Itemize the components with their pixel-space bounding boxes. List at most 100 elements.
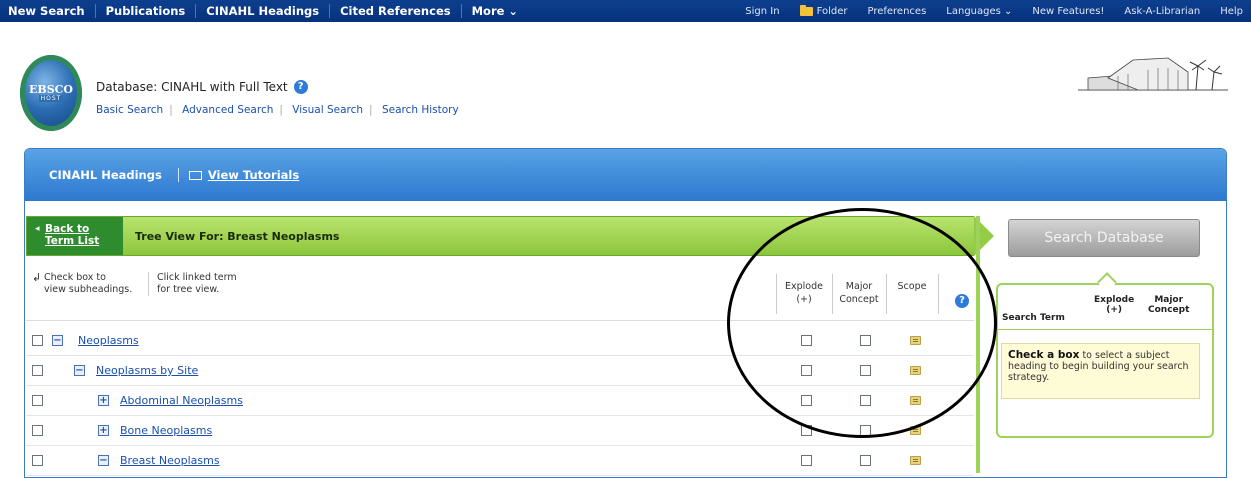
instruction-note: Check a box to select a subject heading … bbox=[1001, 343, 1200, 399]
back-label-2: Term List bbox=[45, 235, 100, 247]
folder-icon bbox=[799, 4, 813, 16]
explode-checkbox[interactable] bbox=[801, 395, 812, 406]
advanced-search-link[interactable]: Advanced Search bbox=[182, 104, 273, 116]
expand-toggle-icon[interactable]: + bbox=[98, 425, 109, 436]
subheadings-checkbox[interactable] bbox=[32, 365, 43, 376]
view-tutorials-label: View Tutorials bbox=[207, 168, 300, 182]
major-concept-checkbox[interactable] bbox=[860, 455, 871, 466]
nav-preferences[interactable]: Preferences bbox=[867, 6, 926, 17]
logo-text: EBSCO bbox=[29, 83, 73, 96]
nav-cited-references[interactable]: Cited References bbox=[340, 4, 462, 18]
nav-new-features[interactable]: New Features! bbox=[1032, 6, 1104, 17]
explode-column-header: Explode (+) bbox=[784, 280, 824, 306]
major-concept-column-header: Major Concept bbox=[836, 280, 882, 306]
bent-arrow-icon: ↲ bbox=[32, 271, 42, 284]
scope-note-icon[interactable] bbox=[910, 456, 921, 465]
subheadings-checkbox[interactable] bbox=[32, 335, 43, 346]
visual-search-link[interactable]: Visual Search bbox=[292, 104, 363, 116]
header-rule bbox=[26, 320, 974, 321]
scope-note-icon[interactable] bbox=[910, 336, 921, 345]
hint-check-line-2: view subheadings. bbox=[44, 284, 133, 295]
tree-view-title: Tree View For: Breast Neoplasms bbox=[135, 230, 340, 243]
scope-note-icon[interactable] bbox=[910, 396, 921, 405]
term-link[interactable]: Neoplasms by Site bbox=[96, 364, 198, 377]
major-concept-column-header-right: Major Concept bbox=[1148, 295, 1189, 315]
hint-check-line-1: Check box to bbox=[44, 272, 106, 283]
major-header-line-1: Major bbox=[845, 281, 873, 292]
nav-folder[interactable]: Folder bbox=[799, 4, 848, 17]
major-right-line-1: Major bbox=[1154, 295, 1184, 305]
search-history-link[interactable]: Search History bbox=[382, 104, 459, 116]
back-to-term-list-button[interactable]: Back to Term List bbox=[27, 217, 123, 255]
scope-column-header: Scope bbox=[897, 281, 927, 292]
term-link[interactable]: Neoplasms bbox=[78, 334, 139, 347]
view-tutorials-link[interactable]: View Tutorials bbox=[188, 168, 300, 182]
explode-checkbox[interactable] bbox=[801, 455, 812, 466]
major-concept-checkbox[interactable] bbox=[860, 395, 871, 406]
nav-publications[interactable]: Publications bbox=[106, 4, 197, 18]
nav-cinahl-headings[interactable]: CINAHL Headings bbox=[206, 4, 331, 18]
major-header-line-2: Concept bbox=[839, 294, 879, 305]
major-concept-checkbox[interactable] bbox=[860, 365, 871, 376]
search-strategy-box: Search Term Explode (+) Major Concept Ch… bbox=[996, 272, 1214, 438]
subheadings-checkbox[interactable] bbox=[32, 395, 43, 406]
explode-header-line-2: (+) bbox=[796, 294, 812, 305]
hint-click-line-1: Click linked term bbox=[157, 272, 237, 283]
major-concept-checkbox[interactable] bbox=[860, 335, 871, 346]
basic-search-link[interactable]: Basic Search bbox=[96, 104, 163, 116]
nav-languages[interactable]: Languages ⌄ bbox=[946, 6, 1012, 17]
database-label: Database: CINAHL with Full Text bbox=[96, 80, 288, 94]
logo-subtext: HOST bbox=[38, 95, 64, 102]
tree-row: + Abdominal Neoplasms bbox=[26, 386, 974, 416]
hint-click-line-2: for tree view. bbox=[157, 284, 220, 295]
term-link[interactable]: Breast Neoplasms bbox=[120, 454, 220, 467]
link-divider: | bbox=[169, 104, 173, 116]
collapse-toggle-icon[interactable]: − bbox=[74, 365, 85, 376]
tree-row: − Breast Neoplasms bbox=[26, 446, 974, 476]
nav-more-menu[interactable]: More ⌄ bbox=[472, 4, 528, 18]
ebsco-host-logo[interactable]: EBSCO HOST bbox=[20, 55, 82, 131]
subheadings-checkbox[interactable] bbox=[32, 425, 43, 436]
explode-checkbox[interactable] bbox=[801, 425, 812, 436]
collapse-toggle-icon[interactable]: − bbox=[52, 335, 63, 346]
column-divider bbox=[886, 274, 887, 314]
search-mode-links: Basic Search | Advanced Search | Visual Se… bbox=[96, 104, 459, 116]
expand-toggle-icon[interactable]: + bbox=[98, 395, 109, 406]
explode-checkbox[interactable] bbox=[801, 335, 812, 346]
term-link[interactable]: Abdominal Neoplasms bbox=[120, 394, 243, 407]
nav-folder-label: Folder bbox=[816, 5, 848, 17]
subheadings-checkbox[interactable] bbox=[32, 455, 43, 466]
explode-right-line-2: (+) bbox=[1106, 305, 1122, 315]
column-divider bbox=[938, 274, 939, 314]
major-concept-checkbox[interactable] bbox=[860, 425, 871, 436]
search-database-button[interactable]: Search Database bbox=[1008, 219, 1200, 257]
nav-ask-a-librarian[interactable]: Ask-A-Librarian bbox=[1124, 6, 1200, 17]
tree-row: − Neoplasms by Site bbox=[26, 356, 974, 386]
click-term-hint: Click linked term for tree view. bbox=[148, 272, 237, 296]
top-nav-right: Sign In Folder Preferences Languages ⌄ N… bbox=[725, 0, 1251, 22]
help-icon[interactable]: ? bbox=[293, 80, 308, 94]
link-divider: | bbox=[279, 104, 283, 116]
video-icon bbox=[188, 170, 202, 180]
right-divider bbox=[976, 216, 980, 473]
nav-help[interactable]: Help bbox=[1220, 6, 1243, 17]
collapse-toggle-icon[interactable]: − bbox=[98, 455, 109, 466]
column-divider bbox=[776, 274, 777, 314]
link-divider: | bbox=[369, 104, 373, 116]
term-link[interactable]: Bone Neoplasms bbox=[120, 424, 212, 437]
tree-view-header: Back to Term List Tree View For: Breast … bbox=[26, 216, 994, 256]
database-label-row: Database: CINAHL with Full Text ? bbox=[96, 80, 308, 94]
columns-help-icon[interactable]: ? bbox=[955, 294, 969, 308]
scope-note-icon[interactable] bbox=[910, 426, 921, 435]
top-navigation-bar: New Search Publications CINAHL Headings … bbox=[0, 0, 1251, 22]
nav-sign-in[interactable]: Sign In bbox=[745, 6, 779, 17]
top-nav-left: New Search Publications CINAHL Headings … bbox=[0, 0, 538, 22]
note-bold-text: Check a box bbox=[1008, 349, 1080, 361]
major-right-line-2: Concept bbox=[1148, 305, 1190, 315]
explode-checkbox[interactable] bbox=[801, 365, 812, 376]
scope-note-icon[interactable] bbox=[910, 366, 921, 375]
institution-building-logo bbox=[1078, 57, 1228, 91]
explode-header-line-1: Explode bbox=[785, 281, 823, 292]
box-rule bbox=[998, 329, 1212, 330]
nav-new-search[interactable]: New Search bbox=[8, 4, 96, 18]
